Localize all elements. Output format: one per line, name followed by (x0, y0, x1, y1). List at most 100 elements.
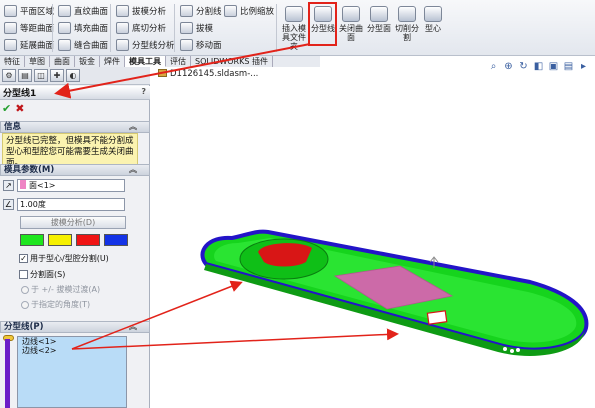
transition-radio[interactable]: 于 +/- 拔模过渡(A) (21, 284, 100, 295)
core-label: 型心 (425, 24, 441, 33)
search-icon[interactable]: ⌕ (487, 60, 500, 73)
ok-button[interactable]: ✔ (2, 102, 11, 115)
tab-solidworks-addins[interactable]: SOLIDWORKS 插件 (191, 56, 273, 67)
pm-title-bar: 分型线1 ? (0, 86, 150, 100)
checkbox-unchecked[interactable] (19, 270, 28, 279)
knit-surface-button[interactable]: 缝合曲面 (58, 36, 108, 53)
ruled-surface-button[interactable]: 直纹曲面 (58, 2, 108, 19)
split-faces-row: 分割面(S) (0, 267, 150, 283)
tab-features[interactable]: 特征 (0, 56, 25, 67)
tab-evaluate[interactable]: 评估 (166, 56, 191, 67)
split-line-icon (180, 4, 193, 17)
chevron-up-icon[interactable]: ︽ (129, 322, 137, 332)
mold-folder-icon (285, 6, 303, 22)
core-cavity-checkbox[interactable]: ✓ 用于型心/型腔分割(U) (19, 253, 109, 264)
chevron-up-icon[interactable]: ︽ (129, 165, 137, 175)
straddle-swatch (104, 234, 128, 246)
more-icon[interactable]: ▸ (577, 60, 590, 73)
pull-direction-value: 面<1> (29, 181, 56, 190)
scale-button[interactable]: 比例缩放 (224, 2, 274, 19)
help-icon[interactable]: ? (141, 87, 146, 96)
ribbon-group-analysis: 拔模分析 底切分析 分型线分析 (116, 2, 175, 53)
property-manager-icon[interactable]: ▤ (18, 69, 32, 82)
draft-angle-field[interactable]: 1.00度 (17, 198, 125, 211)
ribbon-group-surfaces: 平面区域 等距曲面 延展曲面 (4, 2, 54, 53)
tooling-split-label: 切削分割 (395, 24, 419, 42)
direction-icon[interactable]: ↗ (3, 180, 14, 191)
zoom-icon[interactable]: ⊕ (502, 60, 515, 73)
pull-direction-field[interactable]: 面<1> (17, 179, 125, 192)
rotate-icon[interactable]: ↻ (517, 60, 530, 73)
specified-angle-label: 于指定的角度(T) (31, 300, 91, 309)
tab-sketch[interactable]: 草图 (25, 56, 50, 67)
tab-sheet-metal[interactable]: 钣金 (75, 56, 100, 67)
cancel-button[interactable]: ✖ (15, 102, 24, 115)
offset-surface-icon (4, 21, 17, 34)
parting-line-analysis-button[interactable]: 分型线分析 (116, 36, 175, 53)
info-header[interactable]: 信息 ︽ (0, 121, 150, 133)
shut-off-surface-button[interactable]: 关闭曲面 (337, 2, 365, 42)
list-item[interactable]: 边线<1> (18, 337, 126, 346)
face-row: ↗ 面<1> (0, 179, 150, 195)
tab-surfaces[interactable]: 曲面 (50, 56, 75, 67)
parting-line-header[interactable]: 分型线(P) ︽ (0, 321, 150, 333)
document-title[interactable]: D1126145.sldasm-... (158, 69, 258, 79)
specified-angle-radio[interactable]: 于指定的角度(T) (21, 299, 90, 310)
fill-surface-button[interactable]: 填充曲面 (58, 19, 108, 36)
section-icon[interactable]: ◧ (532, 60, 545, 73)
undercut-analysis-button[interactable]: 底切分析 (116, 19, 175, 36)
extend-surface-icon (4, 38, 17, 51)
core-cavity-row: ✓ 用于型心/型腔分割(U) (0, 251, 150, 267)
insert-mold-folder-label: 插入模具文件夹 (282, 24, 306, 51)
feature-tree-icon[interactable]: ⚙ (2, 69, 16, 82)
move-face-icon (180, 38, 193, 51)
dim-expert-icon[interactable]: ✚ (50, 69, 64, 82)
undercut-analysis-icon (116, 21, 129, 34)
draft-angle-value: 1.00度 (20, 200, 46, 209)
extend-surface-button[interactable]: 延展曲面 (4, 36, 54, 53)
knit-surface-icon (58, 38, 71, 51)
tooling-split-button[interactable]: 切削分割 (393, 2, 421, 42)
angle-radio-row: 于指定的角度(T) (0, 299, 150, 315)
draft-analysis-button[interactable]: 拔模分析(D) (20, 216, 126, 229)
view-cube-icon[interactable]: ▤ (562, 60, 575, 73)
insert-mold-folder-button[interactable]: 插入模具文件夹 (280, 2, 308, 51)
display-manager-icon[interactable]: ◐ (66, 69, 80, 82)
offset-surface-button[interactable]: 等距曲面 (4, 19, 54, 36)
tab-mold-tools[interactable]: 模具工具 (125, 56, 166, 67)
planar-surface-button[interactable]: 平面区域 (4, 2, 54, 19)
end-dot (516, 348, 520, 352)
move-face-button[interactable]: 移动面 (180, 36, 222, 53)
draft-button[interactable]: 拔模 (180, 19, 222, 36)
draft-icon (180, 21, 193, 34)
core-button[interactable]: 型心 (419, 2, 447, 33)
mold-params-group: 模具参数(M) ︽ ↗ 面<1> ∠ 1.00度 拔模分析(D) ✓ 用于型心/… (0, 164, 150, 315)
property-manager: ⚙ ▤ ◫ ✚ ◐ 分型线1 ? ✔ ✖ 信息 ︽ 分型线已完整，但模具不能分割成… (0, 67, 150, 408)
radio-button[interactable] (21, 285, 29, 294)
planar-surface-label: 平面区域 (20, 6, 55, 17)
graphics-area[interactable] (150, 67, 595, 408)
ribbon-toolbar: 平面区域 等距曲面 延展曲面 直纹曲面 填充曲面 缝合曲面 拔模分析 底切分析 … (0, 0, 595, 56)
chevron-up-icon[interactable]: ︽ (129, 122, 137, 132)
parting-surface-button[interactable]: 分型面 (365, 2, 393, 33)
radio-button[interactable] (21, 300, 29, 309)
draft-analysis-button[interactable]: 拔模分析 (116, 2, 175, 19)
shut-off-surface-icon (342, 6, 360, 22)
ribbon-group-edit: 分割线 拔模 移动面 (180, 2, 222, 53)
ribbon-group-scale: 比例缩放 (224, 2, 274, 19)
tab-weldments[interactable]: 焊件 (100, 56, 125, 67)
config-manager-icon[interactable]: ◫ (34, 69, 48, 82)
end-dot (510, 349, 514, 353)
mold-params-header[interactable]: 模具参数(M) ︽ (0, 164, 150, 176)
negative-draft-swatch (76, 234, 100, 246)
draft-label: 拔模 (196, 23, 214, 34)
split-faces-checkbox[interactable]: 分割面(S) (19, 269, 65, 280)
split-line-button[interactable]: 分割线 (180, 2, 222, 19)
checkbox-checked[interactable]: ✓ (19, 254, 28, 263)
list-item[interactable]: 边线<2> (18, 346, 126, 355)
parting-line-header-label: 分型线(P) (4, 322, 44, 332)
edges-selection-box[interactable]: 边线<1> 边线<2> (17, 336, 127, 408)
transition-label: 于 +/- 拔模过渡(A) (31, 285, 101, 294)
ruled-surface-label: 直纹曲面 (74, 6, 109, 17)
display-icon[interactable]: ▣ (547, 60, 560, 73)
